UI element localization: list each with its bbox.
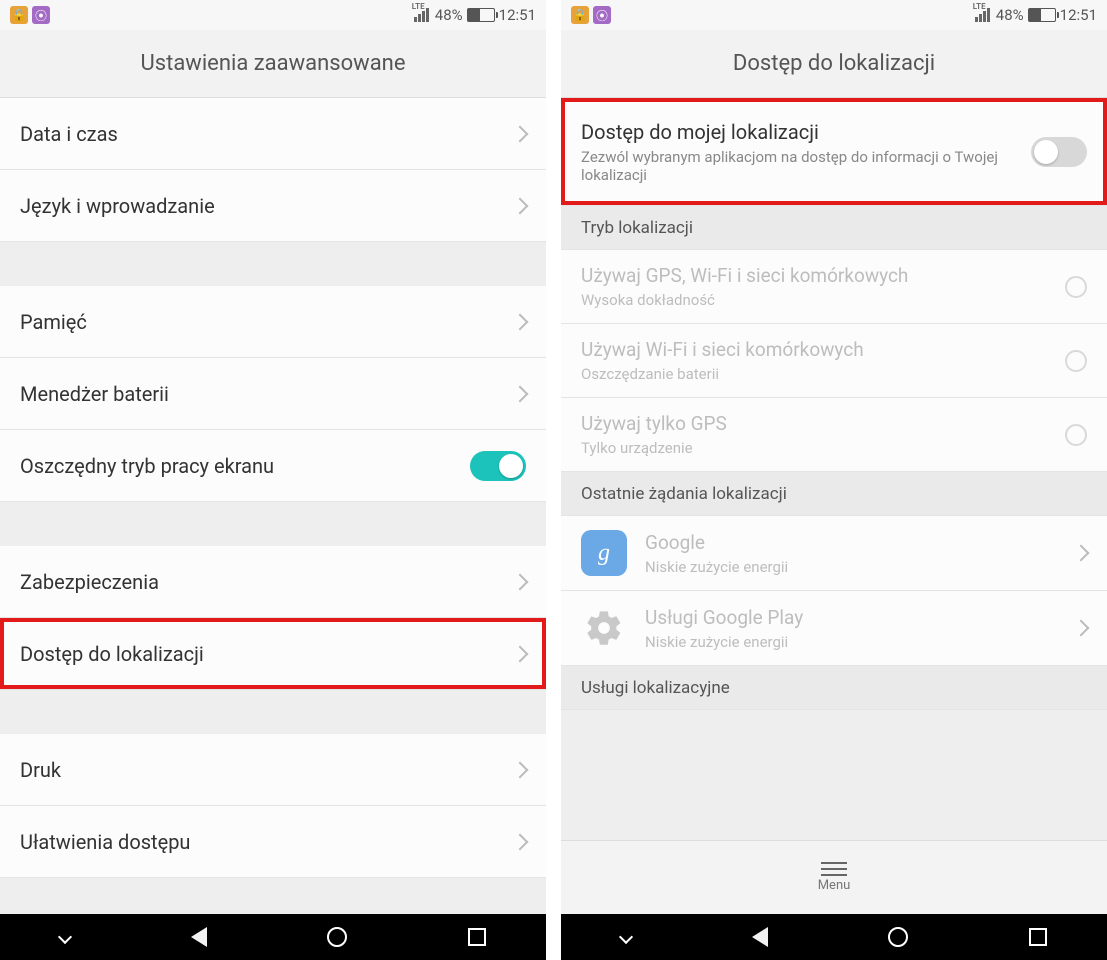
nav-home-icon[interactable] xyxy=(327,927,347,947)
section-header-services: Usługi lokalizacyjne xyxy=(561,666,1107,710)
battery-percent: 48% xyxy=(996,6,1024,24)
location-settings-list: Dostęp do mojej lokalizacji Zezwól wybra… xyxy=(561,98,1107,840)
chevron-right-icon xyxy=(512,833,529,850)
row-label: Druk xyxy=(20,758,514,782)
google-icon: g xyxy=(581,530,627,576)
row-location-access[interactable]: Dostęp do lokalizacji xyxy=(0,618,546,690)
status-bar: 🔒 ⦿ LTE 48% 12:51 xyxy=(561,0,1107,30)
chevron-right-icon xyxy=(1073,620,1090,637)
settings-list: Data i czas Język i wprowadzanie Pamięć … xyxy=(0,98,546,914)
nav-home-icon[interactable] xyxy=(888,927,908,947)
status-bar: 🔒 ⦿ LTE 48% 12:51 xyxy=(0,0,546,30)
toggle-eco-screen[interactable] xyxy=(470,451,526,481)
row-mode-high-accuracy[interactable]: Używaj GPS, Wi-Fi i sieci komórkowych Wy… xyxy=(561,250,1107,324)
gear-icon: G xyxy=(581,605,627,651)
nav-collapse-icon[interactable] xyxy=(58,930,72,944)
signal-icon: LTE xyxy=(975,8,990,22)
chevron-right-icon xyxy=(512,573,529,590)
android-nav-bar xyxy=(0,914,546,960)
row-recent-google[interactable]: g Google Niskie zużycie energii xyxy=(561,516,1107,591)
lte-label: LTE xyxy=(412,2,425,11)
chevron-right-icon xyxy=(512,125,529,142)
radio-icon[interactable] xyxy=(1065,424,1087,446)
nav-recent-icon[interactable] xyxy=(1029,928,1047,946)
status-app-icon-2: ⦿ xyxy=(32,6,50,24)
row-title: Używaj Wi-Fi i sieci komórkowych xyxy=(581,338,1065,361)
android-nav-bar xyxy=(561,914,1107,960)
row-subtitle: Tylko urządzenie xyxy=(581,439,1065,457)
row-date-time[interactable]: Data i czas xyxy=(0,98,546,170)
status-app-icon-1: 🔒 xyxy=(571,6,589,24)
chevron-right-icon xyxy=(512,197,529,214)
row-label: Pamięć xyxy=(20,310,514,334)
status-app-icon-2: ⦿ xyxy=(593,6,611,24)
battery-icon xyxy=(467,8,495,22)
section-header-mode: Tryb lokalizacji xyxy=(561,206,1107,250)
row-title: Dostęp do mojej lokalizacji xyxy=(581,120,1031,144)
row-recent-google-play-services[interactable]: G Usługi Google Play Niskie zużycie ener… xyxy=(561,591,1107,666)
row-subtitle: Niskie zużycie energii xyxy=(645,558,1075,576)
row-label: Dostęp do lokalizacji xyxy=(20,642,514,666)
row-security[interactable]: Zabezpieczenia xyxy=(0,546,546,618)
section-gap xyxy=(0,242,546,286)
row-mode-gps-only[interactable]: Używaj tylko GPS Tylko urządzenie xyxy=(561,398,1107,472)
svg-text:G: G xyxy=(600,623,608,634)
row-title: Usługi Google Play xyxy=(645,606,1075,629)
page-title: Dostęp do lokalizacji xyxy=(561,30,1107,98)
row-title: Używaj GPS, Wi-Fi i sieci komórkowych xyxy=(581,264,1065,287)
row-subtitle: Wysoka dokładność xyxy=(581,291,1065,309)
battery-percent: 48% xyxy=(435,6,463,24)
row-eco-screen[interactable]: Oszczędny tryb pracy ekranu xyxy=(0,430,546,502)
section-label: Tryb lokalizacji xyxy=(581,218,693,238)
battery-icon xyxy=(1028,8,1056,22)
chevron-right-icon xyxy=(512,645,529,662)
row-label: Język i wprowadzanie xyxy=(20,194,514,218)
nav-back-icon[interactable] xyxy=(752,927,768,947)
row-accessibility[interactable]: Ułatwienia dostępu xyxy=(0,806,546,878)
section-gap xyxy=(0,502,546,546)
row-subtitle: Niskie zużycie energii xyxy=(645,633,1075,651)
row-print[interactable]: Druk xyxy=(0,734,546,806)
row-label: Zabezpieczenia xyxy=(20,570,514,594)
row-battery-manager[interactable]: Menedżer baterii xyxy=(0,358,546,430)
clock: 12:51 xyxy=(499,6,536,24)
row-label: Menedżer baterii xyxy=(20,382,514,406)
bottom-menu-button[interactable]: Menu xyxy=(561,840,1107,914)
radio-icon[interactable] xyxy=(1065,350,1087,372)
phone-right: 🔒 ⦿ LTE 48% 12:51 Dostęp do lokalizacji … xyxy=(561,0,1107,960)
status-app-icon-1: 🔒 xyxy=(10,6,28,24)
row-my-location[interactable]: Dostęp do mojej lokalizacji Zezwól wybra… xyxy=(561,98,1107,206)
chevron-right-icon xyxy=(1073,545,1090,562)
row-label: Oszczędny tryb pracy ekranu xyxy=(20,454,470,478)
phone-left: 🔒 ⦿ LTE 48% 12:51 Ustawienia zaawansowan… xyxy=(0,0,546,960)
chevron-right-icon xyxy=(512,385,529,402)
section-header-recent: Ostatnie żądania lokalizacji xyxy=(561,472,1107,516)
row-subtitle: Zezwól wybranym aplikacjom na dostęp do … xyxy=(581,148,1031,184)
section-label: Ostatnie żądania lokalizacji xyxy=(581,484,787,504)
lte-label: LTE xyxy=(973,2,986,11)
chevron-right-icon xyxy=(512,313,529,330)
signal-icon: LTE xyxy=(414,8,429,22)
nav-collapse-icon[interactable] xyxy=(619,930,633,944)
nav-back-icon[interactable] xyxy=(191,927,207,947)
nav-recent-icon[interactable] xyxy=(468,928,486,946)
row-mode-battery-saving[interactable]: Używaj Wi-Fi i sieci komórkowych Oszczęd… xyxy=(561,324,1107,398)
row-label: Data i czas xyxy=(20,122,514,146)
radio-icon[interactable] xyxy=(1065,276,1087,298)
row-subtitle: Oszczędzanie baterii xyxy=(581,365,1065,383)
page-title: Ustawienia zaawansowane xyxy=(0,30,546,98)
row-memory[interactable]: Pamięć xyxy=(0,286,546,358)
hamburger-icon xyxy=(821,862,847,876)
toggle-my-location[interactable] xyxy=(1031,137,1087,167)
row-title: Używaj tylko GPS xyxy=(581,412,1065,435)
row-label: Ułatwienia dostępu xyxy=(20,830,514,854)
section-label: Usługi lokalizacyjne xyxy=(581,678,730,698)
row-title: Google xyxy=(645,531,1075,554)
chevron-right-icon xyxy=(512,761,529,778)
menu-label: Menu xyxy=(818,878,851,893)
clock: 12:51 xyxy=(1060,6,1097,24)
row-language-input[interactable]: Język i wprowadzanie xyxy=(0,170,546,242)
section-gap xyxy=(0,690,546,734)
